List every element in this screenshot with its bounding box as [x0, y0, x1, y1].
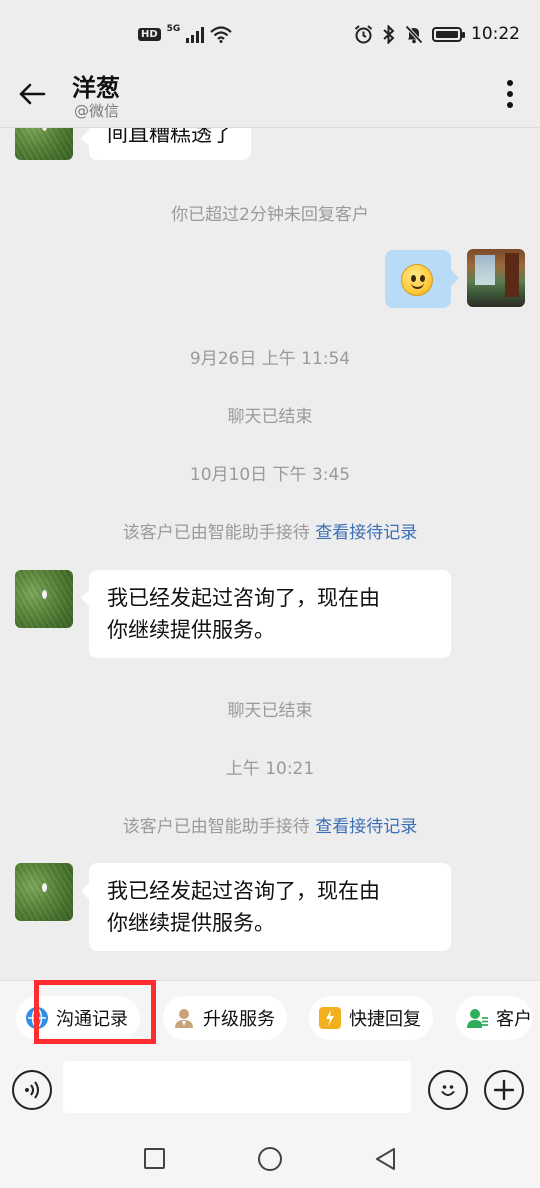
- chip-label: 快捷回复: [349, 1009, 421, 1030]
- timestamp: 9月26日 上午 11:54: [189, 349, 351, 369]
- status-left: HD 5G: [138, 23, 233, 43]
- signal-icon: [186, 26, 205, 43]
- message-text: 间直糟糕透了: [107, 128, 233, 146]
- message-line: 我已经发起过咨询了，现在由: [107, 879, 380, 903]
- agent-avatar[interactable]: [467, 249, 525, 307]
- wifi-icon: [210, 26, 233, 43]
- battery-icon: [432, 26, 465, 42]
- home-icon[interactable]: [258, 1147, 282, 1171]
- voice-icon: [25, 1081, 39, 1099]
- battery-fill: [436, 30, 458, 38]
- input-bar: [0, 1060, 540, 1132]
- customer-avatar[interactable]: [15, 128, 73, 160]
- mute-bell-icon: [405, 24, 423, 44]
- assistant-notice: 该客户已由智能助手接待 查看接待记录: [0, 812, 540, 837]
- message-line: 你继续提供服务。: [107, 618, 275, 642]
- view-reception-record-link[interactable]: 查看接待记录: [315, 817, 417, 837]
- customer-avatar[interactable]: [15, 570, 73, 628]
- back-triangle-icon[interactable]: [374, 1147, 398, 1171]
- view-reception-record-link[interactable]: 查看接待记录: [315, 523, 417, 543]
- quick-tools-bar: 沟通记录 升级服务 快捷回复 客户: [0, 980, 540, 1060]
- message-line: 我已经发起过咨询了，现在由: [107, 586, 380, 610]
- chat-ended-notice: 聊天已结束: [227, 407, 313, 427]
- smile-emoji-icon: [401, 264, 433, 296]
- chat-header: 洋葱 @微信: [0, 62, 540, 128]
- chip-label: 升级服务: [203, 1009, 275, 1030]
- chat-ended-notice: 聊天已结束: [227, 701, 313, 721]
- hd-icon: HD: [138, 28, 161, 41]
- communication-record-button[interactable]: 沟通记录: [16, 996, 140, 1040]
- message-bubble[interactable]: 我已经发起过咨询了，现在由 你继续提供服务。: [81, 863, 451, 951]
- arrow-left-icon: [19, 83, 46, 105]
- agent-icon: [173, 1007, 195, 1029]
- contact-source: @微信: [74, 102, 120, 120]
- emoji-button[interactable]: [428, 1070, 468, 1110]
- voice-input-button[interactable]: [12, 1070, 52, 1110]
- lightning-note-icon: [319, 1007, 341, 1029]
- globe-icon: [26, 1007, 48, 1029]
- message-bubble-partial[interactable]: 间直糟糕透了: [81, 128, 251, 160]
- plus-icon: [493, 1079, 515, 1101]
- recent-apps-icon[interactable]: [144, 1148, 165, 1169]
- alarm-icon: [354, 24, 373, 43]
- system-navigation-bar: [0, 1132, 540, 1188]
- assistant-notice-text: 该客户已由智能助手接待: [122, 523, 310, 543]
- customer-avatar[interactable]: [15, 863, 73, 921]
- network-type: 5G: [166, 23, 181, 34]
- chip-label: 客户: [496, 1009, 532, 1030]
- customer-icon: [466, 1007, 488, 1029]
- reply-timeout-notice: 你已超过2分钟未回复客户: [171, 205, 369, 225]
- message-line: 你继续提供服务。: [107, 911, 275, 935]
- contact-name: 洋葱: [72, 74, 120, 102]
- assistant-notice-text: 该客户已由智能助手接待: [122, 817, 310, 837]
- back-button[interactable]: [14, 76, 50, 112]
- status-right: 10:22: [354, 24, 520, 44]
- timestamp: 上午 10:21: [225, 759, 315, 779]
- message-input[interactable]: [63, 1061, 411, 1113]
- status-time: 10:22: [471, 24, 520, 44]
- customer-button[interactable]: 客户: [456, 996, 532, 1040]
- timestamp: 10月10日 下午 3:45: [189, 465, 351, 485]
- bluetooth-icon: [383, 24, 395, 44]
- chip-label: 沟通记录: [56, 1009, 128, 1030]
- more-functions-button[interactable]: [484, 1070, 524, 1110]
- more-vertical-icon: [507, 80, 513, 86]
- smile-icon: [441, 1085, 455, 1096]
- assistant-notice: 该客户已由智能助手接待 查看接待记录: [0, 518, 540, 543]
- chat-history[interactable]: 间直糟糕透了 你已超过2分钟未回复客户 9月26日 上午 11:54 聊天已结束…: [0, 128, 540, 980]
- sent-sticker-bubble[interactable]: [385, 250, 459, 308]
- message-bubble[interactable]: 我已经发起过咨询了，现在由 你继续提供服务。: [81, 570, 451, 658]
- more-options-button[interactable]: [498, 76, 522, 112]
- upgrade-service-button[interactable]: 升级服务: [163, 996, 287, 1040]
- quick-reply-button[interactable]: 快捷回复: [309, 996, 433, 1040]
